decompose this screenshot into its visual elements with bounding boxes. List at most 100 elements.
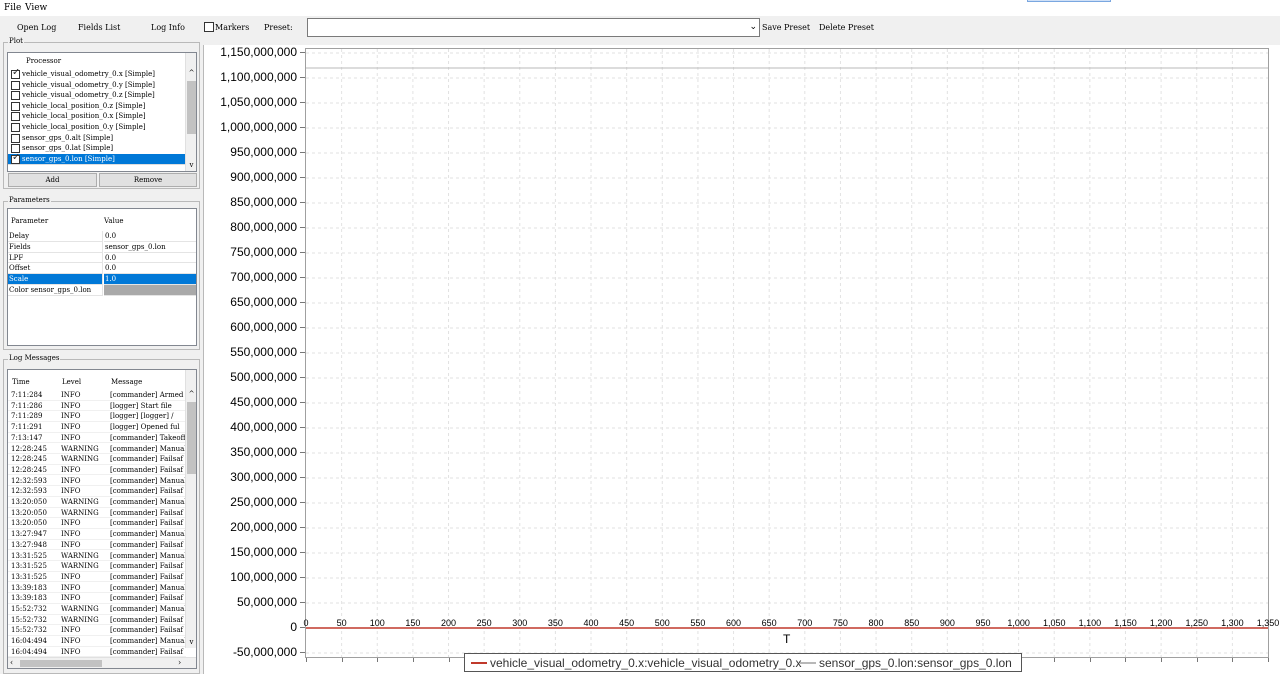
y-tick-label: 650,000,000 xyxy=(230,295,297,309)
log-row[interactable]: 16:04:494 INFO [commander] Failsaf xyxy=(8,647,186,658)
x-tick-label: 1,000 xyxy=(1007,618,1030,628)
param-value[interactable] xyxy=(104,285,196,296)
log-level: INFO xyxy=(61,637,81,646)
parameters-table[interactable]: Parameter Value Delay 0.0 Fields sensor_gps… xyxy=(7,208,197,346)
hscroll-thumb[interactable] xyxy=(20,660,102,667)
processor-item-partial[interactable] xyxy=(8,164,186,171)
processor-checkbox[interactable] xyxy=(11,112,20,122)
log-row[interactable]: 13:27:948 INFO [commander] Failsaf xyxy=(8,540,186,551)
log-row[interactable]: 7:11:284 INFO [commander] Armed b xyxy=(8,390,186,401)
processor-checkbox[interactable] xyxy=(11,91,20,101)
add-button[interactable]: Add xyxy=(8,173,97,187)
log-row[interactable]: 12:32:593 INFO [commander] Failsaf xyxy=(8,486,186,497)
processor-item[interactable]: sensor_gps_0.lon [Simple] xyxy=(8,153,186,165)
y-tick-label: 900,000,000 xyxy=(230,170,297,184)
x-tick-label: 200 xyxy=(441,618,457,628)
y-tick-label: 0 xyxy=(290,620,297,634)
processor-checkbox[interactable] xyxy=(11,144,20,154)
processor-item[interactable]: vehicle_local_position_0.y [Simple] xyxy=(8,122,186,133)
scroll-thumb[interactable] xyxy=(187,402,196,474)
param-value[interactable]: sensor_gps_0.lon xyxy=(104,242,196,253)
processor-item[interactable]: vehicle_visual_odometry_0.x [Simple] xyxy=(8,69,186,80)
x-tick-mark xyxy=(306,658,307,662)
plot-area[interactable] xyxy=(305,48,1269,658)
open-log-button[interactable]: Open Log xyxy=(17,23,56,32)
log-row[interactable]: 7:11:289 INFO [logger] [logger] / xyxy=(8,411,186,422)
log-row[interactable]: 12:32:593 INFO [commander] Manual xyxy=(8,476,186,487)
log-row[interactable]: 15:52:732 WARNING [commander] Failsaf xyxy=(8,615,186,626)
chart-legend: vehicle_visual_odometry_0.x:vehicle_visu… xyxy=(464,653,1022,672)
menu-view[interactable]: View xyxy=(25,3,47,13)
processor-item[interactable]: vehicle_local_position_0.z [Simple] xyxy=(8,101,186,112)
log-row[interactable]: 13:31:525 WARNING [commander] Failsaf xyxy=(8,561,186,572)
scroll-down-icon[interactable]: v xyxy=(186,637,196,648)
x-tick-label: 1,150 xyxy=(1114,618,1137,628)
delete-preset-button[interactable]: Delete Preset xyxy=(819,23,874,32)
scroll-right-icon[interactable]: › xyxy=(178,658,181,667)
scroll-down-icon[interactable]: v xyxy=(186,160,196,171)
param-value[interactable]: 0.0 xyxy=(104,253,196,264)
param-value[interactable]: 0.0 xyxy=(104,263,196,275)
scroll-up-icon[interactable]: ^ xyxy=(186,389,196,400)
log-level: INFO xyxy=(61,572,81,581)
log-scrollbar[interactable]: ^ v xyxy=(185,370,196,648)
scroll-left-icon[interactable]: ‹ xyxy=(10,658,13,667)
processor-checkbox[interactable] xyxy=(11,133,20,143)
log-row[interactable]: 13:20:050 WARNING [commander] Manual xyxy=(8,497,186,508)
y-tick-label: 600,000,000 xyxy=(230,320,297,334)
menu-file[interactable]: File xyxy=(4,3,21,13)
log-row[interactable]: 13:39:183 INFO [commander] Failsaf xyxy=(8,593,186,604)
log-row[interactable]: 13:20:050 WARNING [commander] Failsaf xyxy=(8,508,186,519)
parameters-group: Parameters Parameter Value Delay 0.0 Field… xyxy=(3,196,200,350)
log-row[interactable]: 7:13:147 INFO [commander] Takeoff xyxy=(8,433,186,444)
x-tick-label: 550 xyxy=(690,618,706,628)
log-level: INFO xyxy=(61,401,81,410)
log-level: INFO xyxy=(61,423,81,432)
processor-checkbox[interactable] xyxy=(11,123,20,132)
processor-scrollbar[interactable]: ^ v xyxy=(185,53,196,171)
log-row[interactable]: 13:39:183 INFO [commander] Manual xyxy=(8,583,186,594)
log-row[interactable]: 13:31:525 WARNING [commander] Manual xyxy=(8,551,186,562)
log-messages-table[interactable]: Time Level Message 7:11:284 INFO [commande… xyxy=(7,369,197,669)
log-message: [commander] Manual xyxy=(110,637,186,646)
x-tick-label: 950 xyxy=(975,618,991,628)
log-time: 12:32:593 xyxy=(11,476,47,485)
log-message: [logger] [logger] / xyxy=(110,412,174,421)
log-row[interactable]: 13:31:525 INFO [commander] Failsaf xyxy=(8,572,186,583)
log-hscrollbar[interactable]: ‹ › xyxy=(8,657,196,668)
log-row[interactable]: 7:11:286 INFO [logger] Start file xyxy=(8,401,186,412)
preset-dropdown[interactable]: ⌄ xyxy=(307,18,760,37)
log-row[interactable]: 13:27:947 INFO [commander] Manual xyxy=(8,529,186,540)
processor-checkbox[interactable] xyxy=(11,154,20,164)
log-time: 15:52:732 xyxy=(11,615,47,624)
param-value[interactable]: 0.0 xyxy=(104,231,196,242)
log-time: 7:11:291 xyxy=(11,423,43,432)
processor-checkbox[interactable] xyxy=(11,101,20,111)
processor-list[interactable]: Processor vehicle_visual_odometry_0.x [S… xyxy=(7,52,197,172)
markers-checkbox[interactable] xyxy=(204,22,214,32)
log-row[interactable]: 13:20:050 INFO [commander] Failsaf xyxy=(8,518,186,529)
processor-checkbox[interactable] xyxy=(11,69,20,79)
save-preset-button[interactable]: Save Preset xyxy=(762,23,810,32)
y-tick-label: 1,050,000,000 xyxy=(220,95,297,109)
processor-item[interactable]: vehicle_visual_odometry_0.y [Simple] xyxy=(8,80,186,91)
log-row[interactable]: 15:52:732 WARNING [commander] Manual xyxy=(8,604,186,615)
remove-button[interactable]: Remove xyxy=(99,173,197,187)
log-row[interactable]: 12:28:245 WARNING [commander] Failsaf xyxy=(8,454,186,465)
log-info-button[interactable]: Log Info xyxy=(151,23,185,32)
log-row[interactable]: 16:04:494 INFO [commander] Manual xyxy=(8,636,186,647)
log-row[interactable]: 7:11:291 INFO [logger] Opened ful xyxy=(8,422,186,433)
processor-item[interactable]: vehicle_visual_odometry_0.z [Simple] xyxy=(8,90,186,101)
log-row[interactable]: 15:52:732 INFO [commander] Failsaf xyxy=(8,625,186,636)
processor-checkbox[interactable] xyxy=(11,80,20,90)
scroll-up-icon[interactable]: ^ xyxy=(186,68,196,79)
fields-list-button[interactable]: Fields List xyxy=(78,23,120,32)
param-value[interactable]: 1.0 xyxy=(104,274,196,285)
processor-item[interactable]: sensor_gps_0.lat [Simple] xyxy=(8,143,186,154)
processor-item[interactable]: vehicle_local_position_0.x [Simple] xyxy=(8,111,186,122)
scroll-thumb[interactable] xyxy=(187,81,196,134)
processor-item[interactable]: sensor_gps_0.alt [Simple] xyxy=(8,133,186,144)
log-row[interactable]: 12:28:245 WARNING [commander] Manual xyxy=(8,444,186,455)
log-row[interactable]: 12:28:245 INFO [commander] Failsaf xyxy=(8,465,186,476)
x-tick-label: 800 xyxy=(868,618,884,628)
